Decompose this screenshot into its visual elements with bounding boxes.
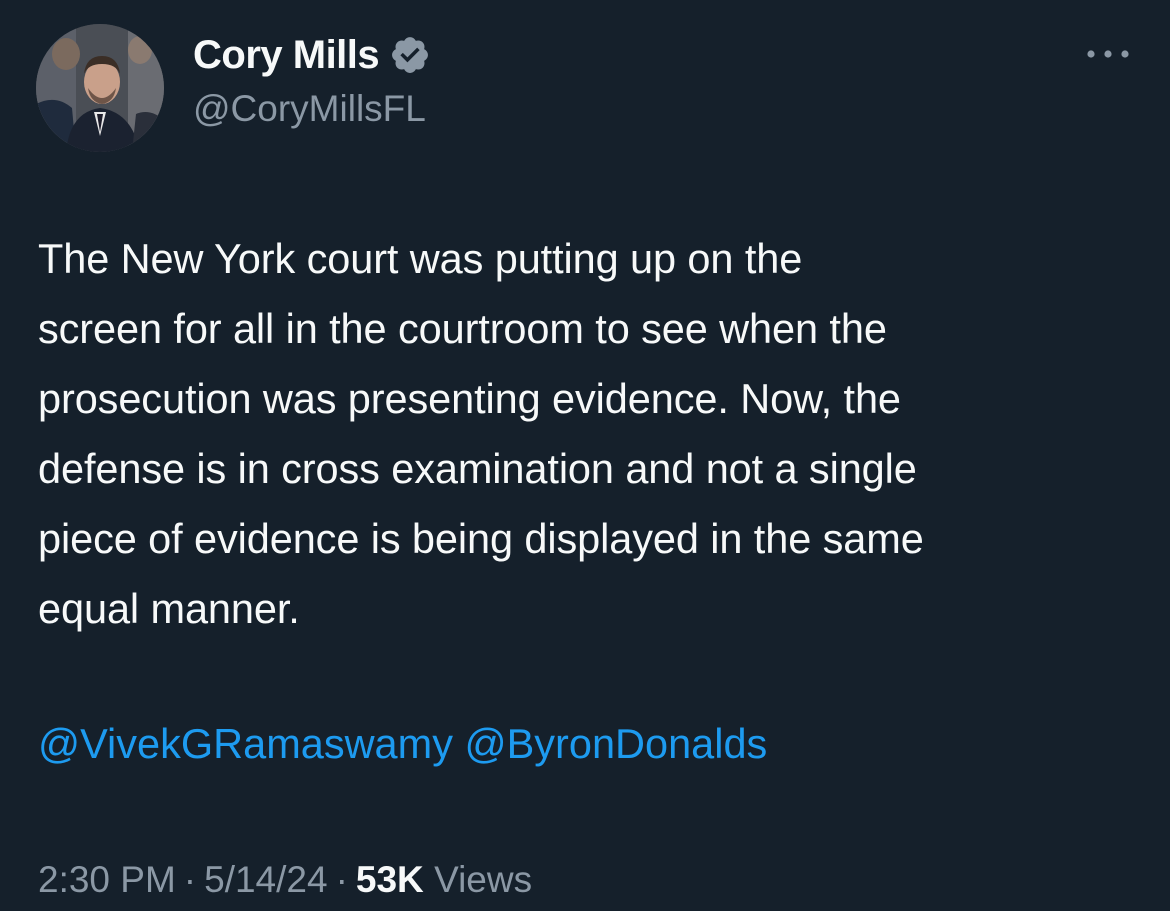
avatar-photo-icon [36, 24, 164, 152]
tweet-body-text: The New York court was putting up on the… [38, 235, 924, 632]
tweet-card: Cory Mills @CoryMillsFL The New York cou… [0, 0, 1170, 911]
views-count: 53K [355, 859, 424, 900]
tweet-mentions: @VivekGRamaswamy @ByronDonalds [38, 712, 767, 776]
author-name-row: Cory Mills [193, 30, 431, 80]
meta-separator: · [183, 859, 197, 900]
mention-link[interactable]: @ByronDonalds [465, 720, 768, 767]
tweet-time[interactable]: 2:30 PM [38, 859, 176, 900]
more-options-icon[interactable] [1084, 42, 1132, 66]
views-label: Views [434, 859, 533, 900]
author-display-name[interactable]: Cory Mills [193, 31, 380, 79]
mention-link[interactable]: @VivekGRamaswamy [38, 720, 453, 767]
tweet-meta: 2:30 PM · 5/14/24 · 53K Views [38, 852, 532, 908]
author-handle[interactable]: @CoryMillsFL [193, 86, 426, 132]
author-avatar[interactable] [36, 24, 164, 152]
meta-separator: · [335, 859, 348, 900]
tweet-date[interactable]: 5/14/24 [204, 859, 327, 900]
verified-badge-icon[interactable] [389, 34, 431, 76]
